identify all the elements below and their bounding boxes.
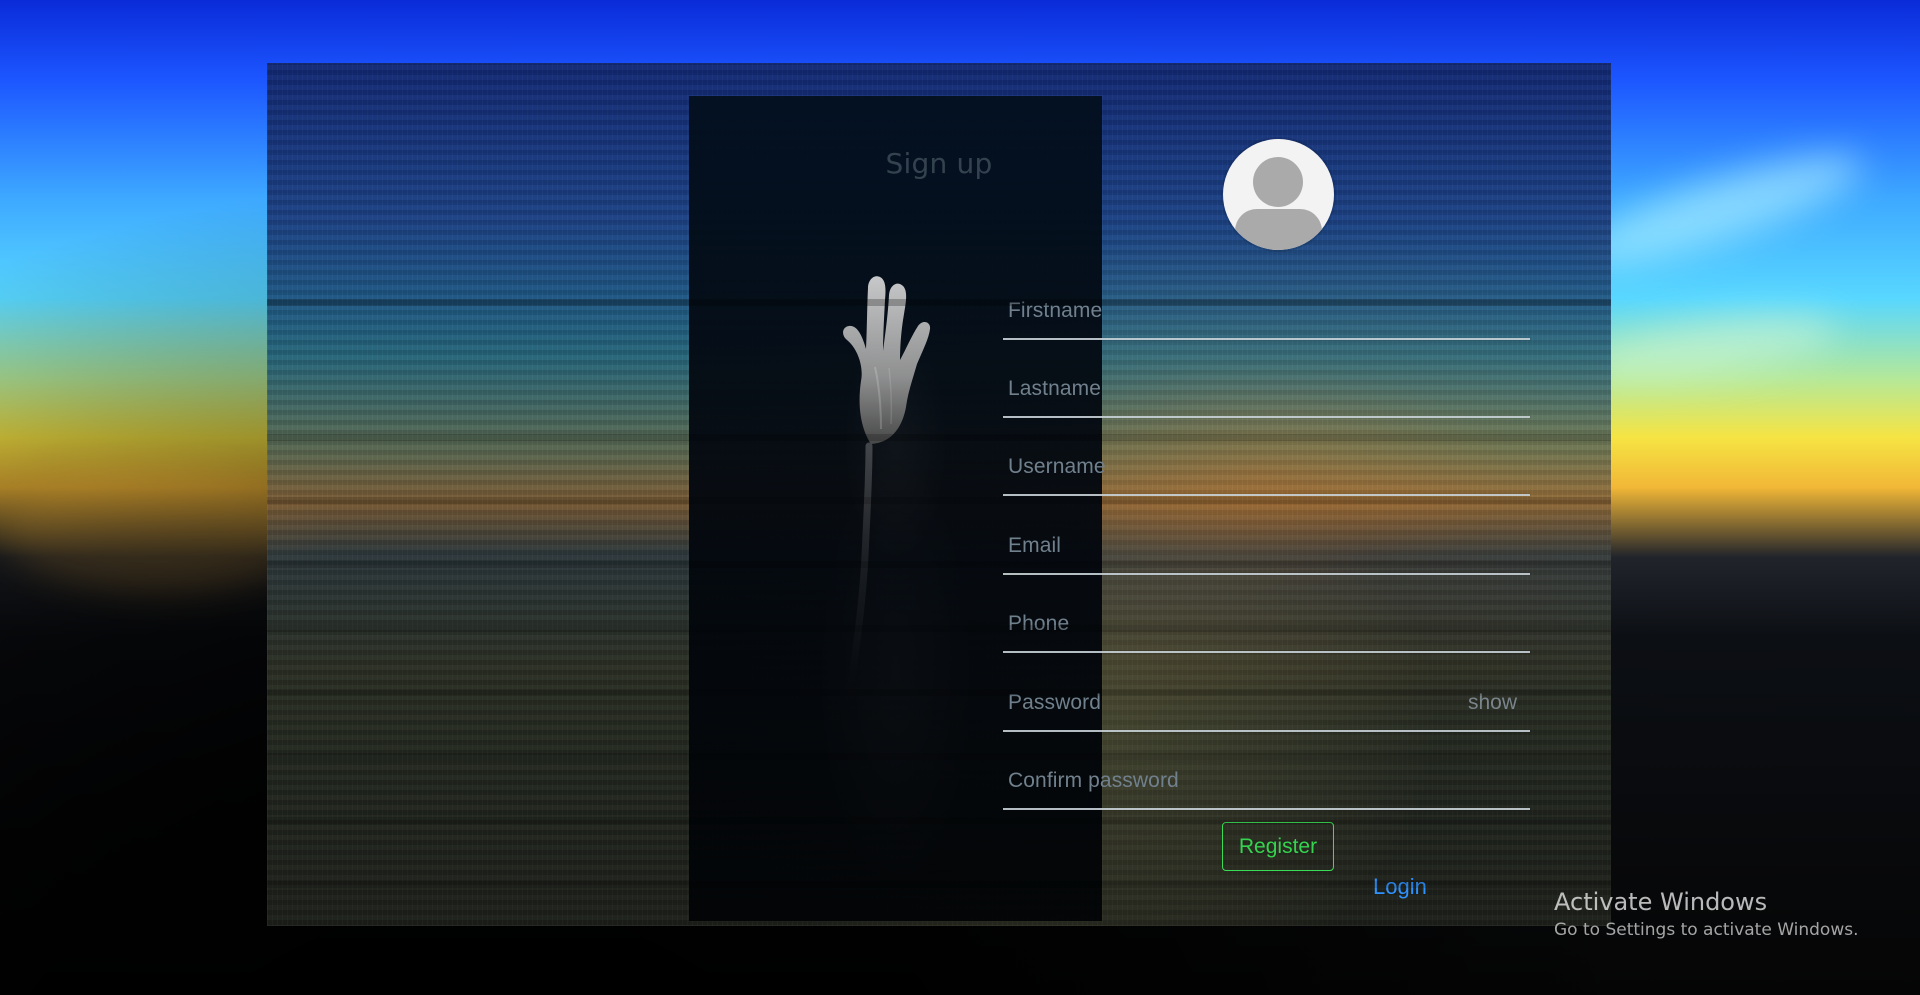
watermark-subtitle: Go to Settings to activate Windows. [1554,919,1859,940]
lastname-field[interactable]: Lastname [1003,376,1530,418]
watermark-title: Activate Windows [1554,888,1768,916]
password-field[interactable]: Password show [1003,690,1530,732]
desktop-background: Sign up Firstname Lastname Username Emai… [0,0,1920,995]
page-title: Sign up [885,147,993,180]
phone-field[interactable]: Phone [1003,611,1530,653]
confirm-password-field[interactable]: Confirm password [1003,768,1530,810]
avatar [1223,139,1334,250]
input-underline [1003,730,1530,732]
background-glow [1577,302,1843,393]
lastname-placeholder: Lastname [1008,377,1102,400]
signup-form: Sign up Firstname Lastname Username Emai… [267,63,1611,926]
firstname-placeholder: Firstname [1008,299,1103,322]
input-underline [1003,651,1530,653]
phone-placeholder: Phone [1008,612,1070,635]
confirm-password-placeholder: Confirm password [1008,769,1179,792]
email-placeholder: Email [1008,534,1062,557]
background-glow [1568,135,1872,285]
user-avatar-icon [1235,209,1322,250]
input-underline [1003,573,1530,575]
windows-activation-watermark: Activate Windows Go to Settings to activ… [1554,888,1859,941]
username-field[interactable]: Username [1003,454,1530,496]
input-underline [1003,494,1530,496]
input-underline [1003,416,1530,418]
input-underline [1003,338,1530,340]
user-avatar-icon [1253,157,1303,207]
show-password-toggle[interactable]: show [1468,691,1517,715]
login-link[interactable]: Login [1373,874,1427,900]
email-field[interactable]: Email [1003,533,1530,575]
username-placeholder: Username [1008,455,1106,478]
signup-window: Sign up Firstname Lastname Username Emai… [267,63,1611,926]
input-underline [1003,808,1530,810]
firstname-field[interactable]: Firstname [1003,298,1530,340]
password-placeholder: Password [1008,691,1102,714]
register-button[interactable]: Register [1222,822,1334,871]
